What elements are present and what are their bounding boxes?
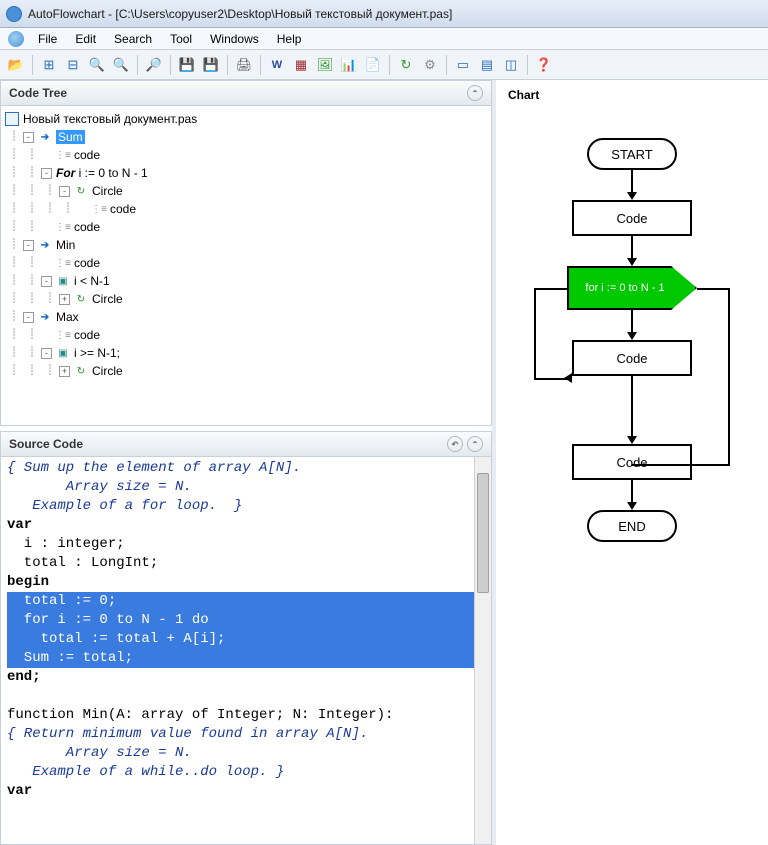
tree-item[interactable]: ┊-➔Min (5, 236, 487, 254)
flow-start[interactable]: START (587, 138, 677, 170)
title-bar: AutoFlowchart - [C:\Users\copyuser2\Desk… (0, 0, 768, 28)
tree-expand-icon[interactable]: - (41, 276, 52, 287)
tree-expand-icon[interactable]: - (23, 132, 34, 143)
flow-loop-decision[interactable]: for i := 0 to N - 1 (567, 266, 697, 310)
print-icon[interactable]: 🖨 (234, 55, 254, 75)
menu-help[interactable]: Help (269, 30, 310, 48)
collapse-tree-icon[interactable]: ⌃ (467, 85, 483, 101)
tree-item[interactable]: ┊┊┊-↻Circle (5, 182, 487, 200)
flow-code-2[interactable]: Code (572, 340, 692, 376)
tree-expand-icon[interactable]: + (59, 294, 70, 305)
toolbar: 📂 ⊞ ⊟ 🔍 🔍 🔎 💾 💾 🖨 W ▦ 🖼 📊 📄 ↻ ⚙ ▭ ▤ ◫ ❓ (0, 50, 768, 80)
tree-expand-icon[interactable]: - (23, 240, 34, 251)
tree-item[interactable]: ┊┊┊+↻Circle (5, 362, 487, 380)
tree-item[interactable]: ┊┊⋮≡code (5, 326, 487, 344)
find-icon[interactable]: 🔎 (144, 55, 164, 75)
tree-item[interactable]: ┊-➔Sum (5, 128, 487, 146)
tree-item[interactable]: ┊┊┊+↻Circle (5, 290, 487, 308)
save-icon[interactable]: 💾 (177, 55, 197, 75)
tree-item[interactable]: ┊┊-▣i < N-1 (5, 272, 487, 290)
tree-item[interactable]: ┊┊⋮≡code (5, 254, 487, 272)
tree-expand-icon[interactable]: + (59, 366, 70, 377)
save-all-icon[interactable]: 💾 (201, 55, 221, 75)
chart-header: Chart (496, 80, 768, 114)
app-icon (6, 6, 22, 22)
tree-expand-icon[interactable]: - (41, 168, 52, 179)
export-svg-icon[interactable]: ▦ (291, 55, 311, 75)
flow-code-1[interactable]: Code (572, 200, 692, 236)
tree-expand-icon[interactable]: - (23, 312, 34, 323)
zoom-in-icon[interactable]: 🔍 (87, 55, 107, 75)
tree-item[interactable]: ┊┊⋮≡code (5, 218, 487, 236)
source-header: Source Code ↶ ⌃ (0, 431, 492, 457)
tree-item[interactable]: ┊┊⋮≡code (5, 146, 487, 164)
tree-item[interactable]: ┊┊┊┊⋮≡code (5, 200, 487, 218)
tree-expand-icon[interactable]: - (41, 348, 52, 359)
refresh-icon[interactable]: ↻ (396, 55, 416, 75)
menu-windows[interactable]: Windows (202, 30, 267, 48)
export-pdf-icon[interactable]: 📄 (363, 55, 383, 75)
menu-bar: File Edit Search Tool Windows Help (0, 28, 768, 50)
app-orb-icon[interactable] (8, 31, 24, 47)
collapse-source-icon[interactable]: ⌃ (467, 436, 483, 452)
collapse-all-icon[interactable]: ⊟ (63, 55, 83, 75)
source-scrollbar[interactable] (474, 457, 491, 844)
scrollbar-thumb[interactable] (477, 473, 489, 593)
layout-v-icon[interactable]: ▤ (477, 55, 497, 75)
source-editor[interactable]: { Sum up the element of array A[N]. Arra… (0, 457, 492, 845)
export-chart-icon[interactable]: 📊 (339, 55, 359, 75)
menu-tool[interactable]: Tool (162, 30, 200, 48)
flow-end[interactable]: END (587, 510, 677, 542)
export-image-icon[interactable]: 🖼 (315, 55, 335, 75)
export-word-icon[interactable]: W (267, 55, 287, 75)
tree-expand-icon[interactable]: - (59, 186, 70, 197)
window-title: AutoFlowchart - [C:\Users\copyuser2\Desk… (28, 7, 452, 21)
menu-search[interactable]: Search (106, 30, 160, 48)
flow-code-3[interactable]: Code (572, 444, 692, 480)
tree-item[interactable]: ┊┊-For i := 0 to N - 1 (5, 164, 487, 182)
tree-root[interactable]: Новый текстовый документ.pas (5, 110, 487, 128)
flowchart-canvas[interactable]: START Code for i := 0 to N - 1 (496, 114, 768, 845)
tree-item[interactable]: ┊-➔Max (5, 308, 487, 326)
menu-file[interactable]: File (30, 30, 65, 48)
code-tree[interactable]: Новый текстовый документ.pas ┊-➔Sum┊┊⋮≡c… (0, 106, 492, 426)
zoom-out-icon[interactable]: 🔍 (111, 55, 131, 75)
help-icon[interactable]: ❓ (534, 55, 554, 75)
layout-h-icon[interactable]: ▭ (453, 55, 473, 75)
open-icon[interactable]: 📂 (6, 55, 26, 75)
menu-edit[interactable]: Edit (67, 30, 104, 48)
tree-item[interactable]: ┊┊-▣i >= N-1; (5, 344, 487, 362)
undo-icon[interactable]: ↶ (447, 436, 463, 452)
settings-icon[interactable]: ⚙ (420, 55, 440, 75)
expand-all-icon[interactable]: ⊞ (39, 55, 59, 75)
code-tree-header: Code Tree ⌃ (0, 80, 492, 106)
layout-split-icon[interactable]: ◫ (501, 55, 521, 75)
